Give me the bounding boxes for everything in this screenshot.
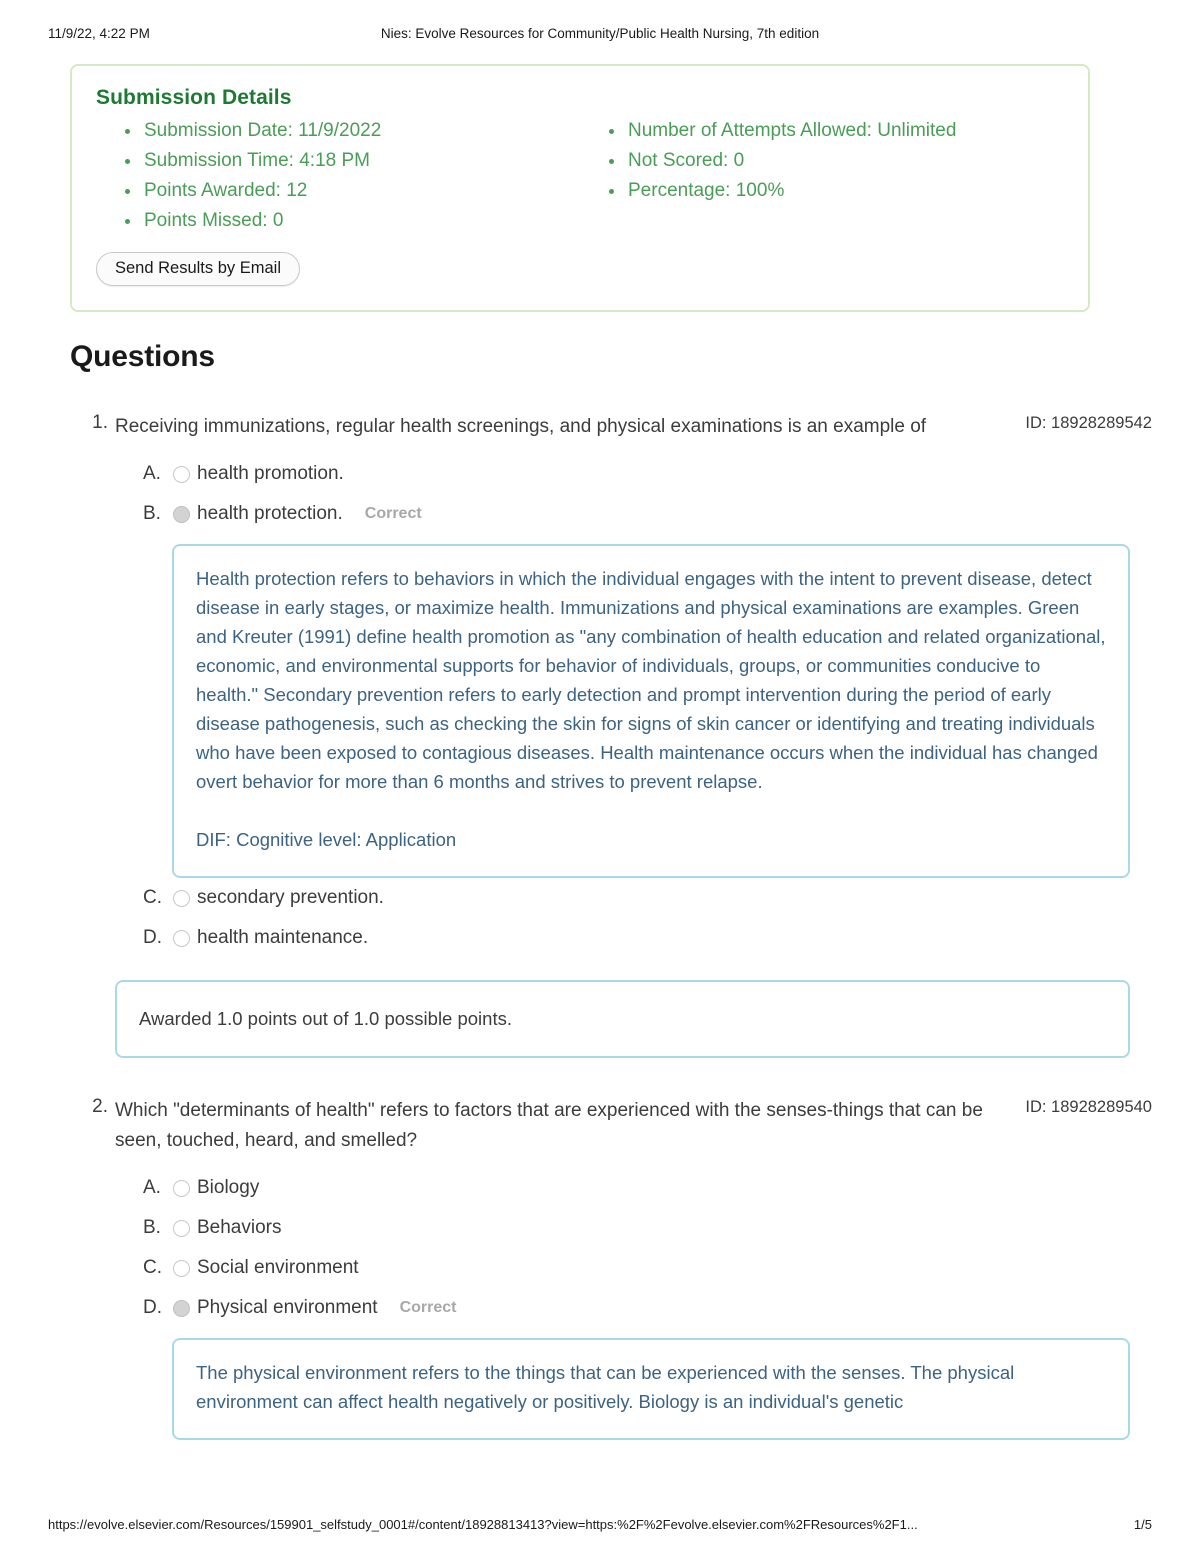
option-label: Social environment bbox=[197, 1257, 359, 1278]
question-id: ID: 18928289542 bbox=[1025, 414, 1152, 432]
answer-option[interactable]: B. Behaviors bbox=[143, 1208, 1200, 1248]
answer-option[interactable]: C. secondary prevention. bbox=[143, 878, 1200, 918]
correct-badge: Correct bbox=[364, 505, 422, 522]
print-footer: https://evolve.elsevier.com/Resources/15… bbox=[48, 1517, 1152, 1537]
option-letter: D. bbox=[143, 927, 162, 948]
answer-option[interactable]: B. health protection. Correct bbox=[143, 494, 1200, 534]
question-stem: Which "determinants of health" refers to… bbox=[115, 1100, 983, 1151]
radio-button-icon[interactable] bbox=[173, 930, 190, 947]
option-label: secondary prevention. bbox=[197, 887, 384, 908]
answer-option[interactable]: D. health maintenance. bbox=[143, 918, 1200, 958]
list-item: Points Missed: 0 bbox=[142, 206, 580, 236]
option-letter: A. bbox=[143, 1177, 161, 1198]
question-block: 2. Which "determinants of health" refers … bbox=[0, 1096, 1200, 1440]
footer-page-number: 1/5 bbox=[1133, 1517, 1152, 1532]
list-item: Percentage: 100% bbox=[626, 176, 1064, 206]
question-stem: Receiving immunizations, regular health … bbox=[115, 416, 927, 437]
option-letter: C. bbox=[143, 1257, 162, 1278]
rationale-paragraph: Health protection refers to behaviors in… bbox=[196, 568, 1106, 792]
list-item: Not Scored: 0 bbox=[626, 146, 1064, 176]
awarded-points-box: Awarded 1.0 points out of 1.0 possible p… bbox=[115, 980, 1130, 1058]
option-letter: D. bbox=[143, 1297, 162, 1318]
question-block: 1. Receiving immunizations, regular healt… bbox=[0, 412, 1200, 1058]
print-document-title: Nies: Evolve Resources for Community/Pub… bbox=[380, 26, 820, 41]
option-letter: B. bbox=[143, 1217, 161, 1238]
question-id: ID: 18928289540 bbox=[1025, 1098, 1152, 1116]
radio-button-icon[interactable] bbox=[173, 890, 190, 907]
page-title: Questions bbox=[70, 340, 215, 373]
option-label: Behaviors bbox=[197, 1217, 282, 1238]
submission-details-title: Submission Details bbox=[96, 86, 292, 109]
correct-badge: Correct bbox=[399, 1299, 457, 1316]
rationale-paragraph: DIF: Cognitive level: Application bbox=[196, 829, 457, 850]
list-item: Submission Date: 11/9/2022 bbox=[142, 116, 580, 146]
option-letter: A. bbox=[143, 463, 161, 484]
answer-options: A. health promotion. B. health protection. C… bbox=[0, 454, 1200, 958]
rationale-box: Health protection refers to behaviors in… bbox=[172, 544, 1130, 878]
submission-details-columns: Submission Date: 11/9/2022 Submission Ti… bbox=[96, 116, 1064, 236]
submission-details-box: Submission Details Submission Date: 11/9… bbox=[70, 64, 1090, 312]
answer-option[interactable]: C. Social environment bbox=[143, 1248, 1200, 1288]
print-header: 11/9/22, 4:22 PM Nies: Evolve Resources … bbox=[48, 26, 1152, 46]
radio-button-icon[interactable] bbox=[173, 1220, 190, 1237]
answer-option[interactable]: D. Physical environment Correct bbox=[143, 1288, 1200, 1328]
option-label: Physical environment bbox=[197, 1297, 378, 1318]
option-letter: B. bbox=[143, 503, 161, 524]
send-results-by-email-button[interactable]: Send Results by Email bbox=[96, 252, 300, 286]
list-item: Points Awarded: 12 bbox=[142, 176, 580, 206]
list-item: Submission Time: 4:18 PM bbox=[142, 146, 580, 176]
option-letter: C. bbox=[143, 887, 162, 908]
submission-left-list: Submission Date: 11/9/2022 Submission Ti… bbox=[96, 116, 580, 236]
option-label: health protection. bbox=[197, 503, 343, 524]
questions-container: 1. Receiving immunizations, regular healt… bbox=[0, 412, 1200, 1440]
submission-details-right-column: Number of Attempts Allowed: Unlimited No… bbox=[580, 116, 1064, 236]
option-label: health maintenance. bbox=[197, 927, 369, 948]
submission-details-left-column: Submission Date: 11/9/2022 Submission Ti… bbox=[96, 116, 580, 236]
rationale-paragraph: The physical environment refers to the t… bbox=[196, 1362, 1015, 1412]
list-item: Number of Attempts Allowed: Unlimited bbox=[626, 116, 1064, 146]
radio-button-selected-icon[interactable] bbox=[173, 1300, 190, 1317]
question-number: 1. bbox=[92, 412, 108, 433]
answer-options: A. Biology B. Behaviors C. Social environment… bbox=[0, 1168, 1200, 1440]
question-number: 2. bbox=[92, 1096, 108, 1117]
answer-option[interactable]: A. health promotion. bbox=[143, 454, 1200, 494]
option-label: Biology bbox=[197, 1177, 260, 1198]
option-label: health promotion. bbox=[197, 463, 344, 484]
answer-option[interactable]: A. Biology bbox=[143, 1168, 1200, 1208]
radio-button-icon[interactable] bbox=[173, 1180, 190, 1197]
submission-right-list: Number of Attempts Allowed: Unlimited No… bbox=[580, 116, 1064, 206]
rationale-box: The physical environment refers to the t… bbox=[172, 1338, 1130, 1440]
radio-button-selected-icon[interactable] bbox=[173, 506, 190, 523]
radio-button-icon[interactable] bbox=[173, 466, 190, 483]
page-content: Submission Details Submission Date: 11/9… bbox=[0, 64, 1200, 1440]
radio-button-icon[interactable] bbox=[173, 1260, 190, 1277]
footer-url: https://evolve.elsevier.com/Resources/15… bbox=[48, 1517, 918, 1532]
